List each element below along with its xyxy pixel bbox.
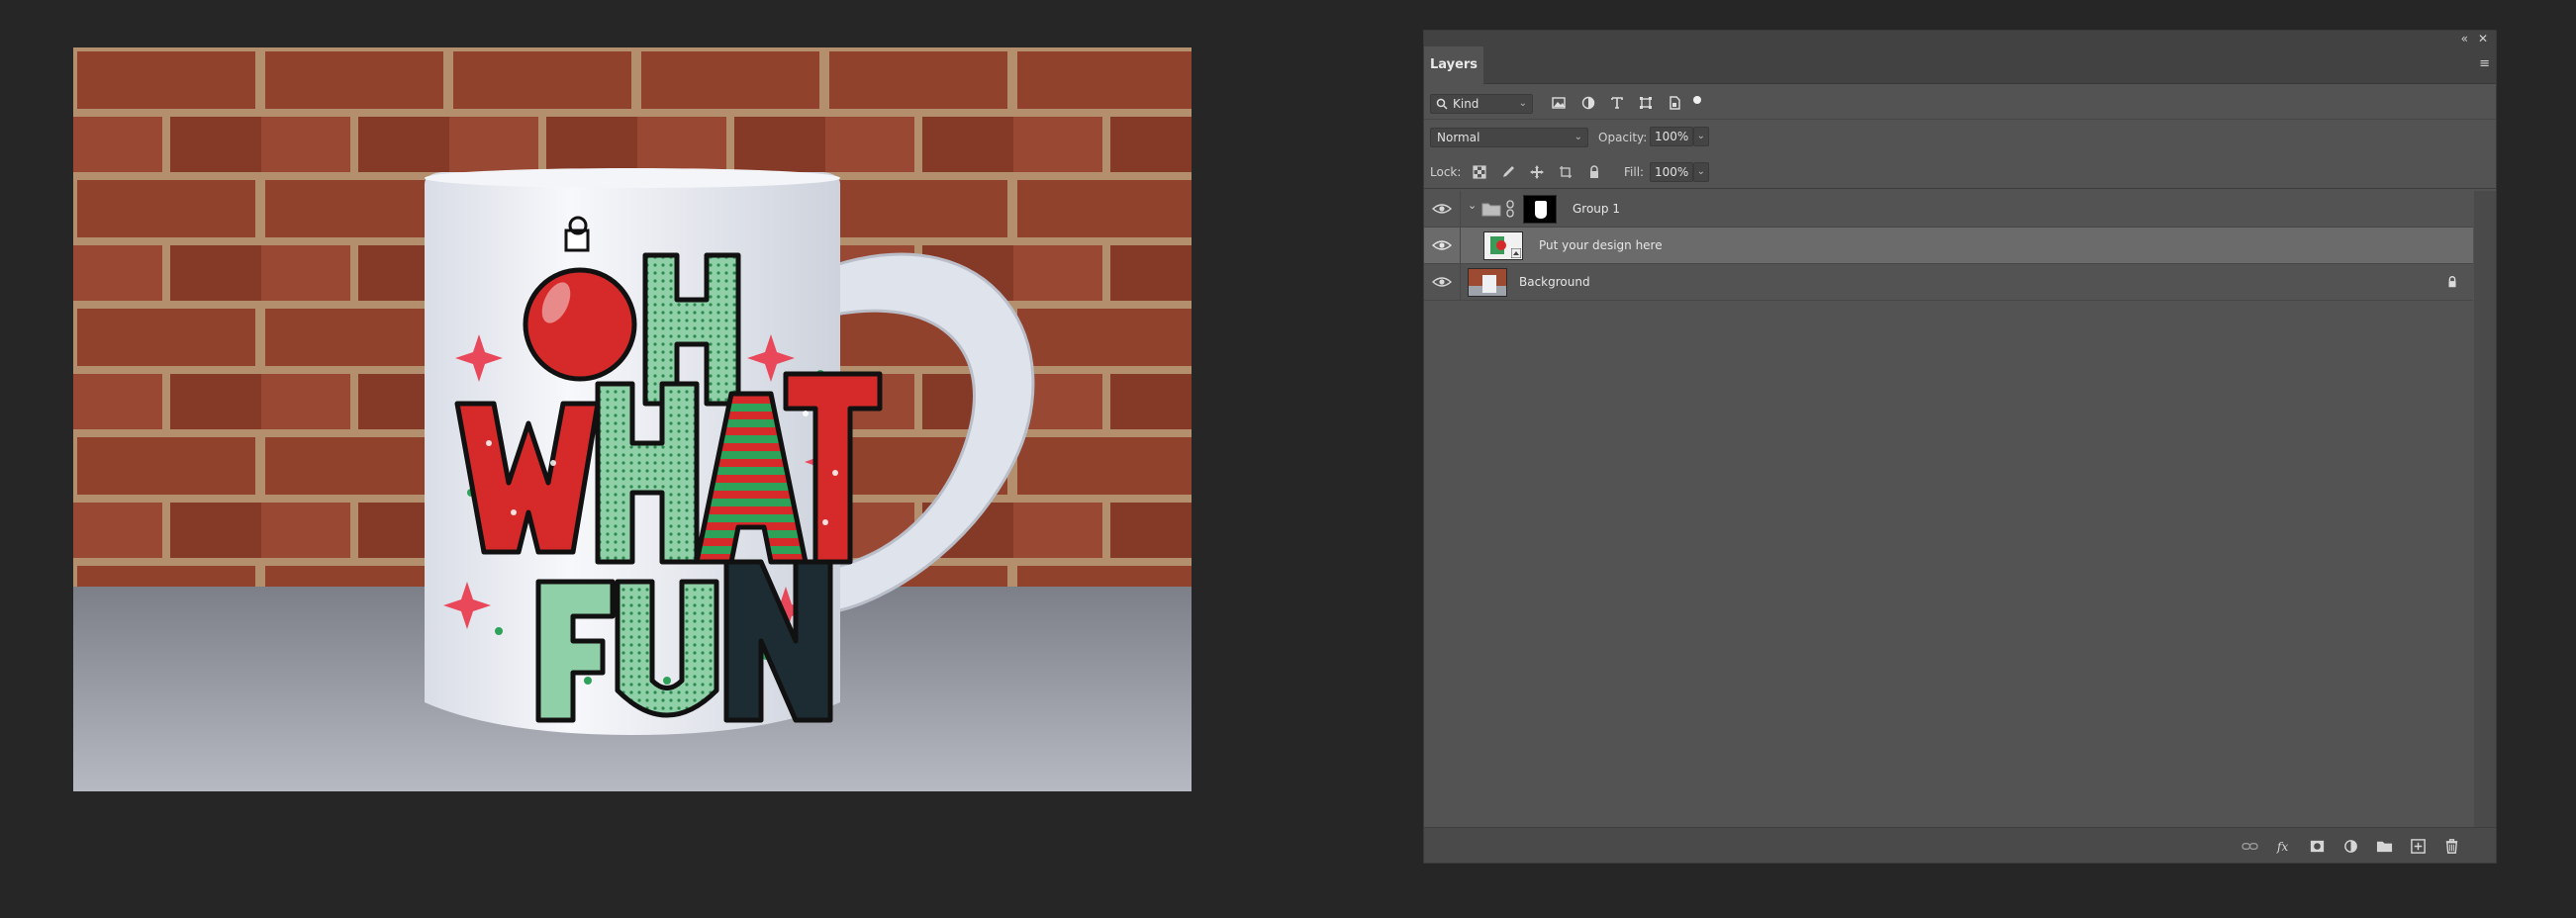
layers-panel: « ✕ Layers ≡ Kind ⌄ Normal ⌄ Opacity: 10…	[1423, 30, 2497, 864]
smart-object-badge-icon	[1511, 248, 1521, 258]
chevron-down-icon: ⌄	[1696, 166, 1705, 177]
chevron-down-icon: ⌄	[1696, 131, 1705, 141]
layer-row-background[interactable]: Background	[1424, 264, 2473, 301]
filter-shape-layers-icon[interactable]	[1636, 93, 1656, 113]
fill-input[interactable]: 100%	[1650, 162, 1693, 182]
layer-effects-fx-icon[interactable]: fx	[2273, 836, 2293, 856]
filter-smart-objects-icon[interactable]	[1665, 93, 1684, 113]
fill-label: Fill:	[1624, 165, 1645, 179]
visibility-divider	[1460, 228, 1461, 264]
collapse-panel-icon[interactable]: «	[2461, 31, 2468, 46]
lock-position-icon[interactable]	[1527, 162, 1547, 182]
link-chain-icon[interactable]	[1505, 200, 1515, 218]
layer-row-put-your-design-here[interactable]: Put your design here	[1424, 228, 2473, 264]
lock-artboard-icon[interactable]	[1556, 162, 1575, 182]
filter-kind-label: Kind	[1453, 97, 1479, 111]
tab-layers[interactable]: Layers	[1424, 46, 1483, 84]
layers-panel-footer: fx	[1424, 827, 2496, 863]
svg-text:fx: fx	[2275, 840, 2288, 854]
fill-value: 100%	[1655, 165, 1689, 179]
layers-list: ⌄ Group 1 Put your design here Backgroun…	[1424, 191, 2473, 844]
layer-name: Background	[1519, 275, 1590, 289]
blend-mode-value: Normal	[1437, 131, 1480, 144]
delete-layer-trash-icon[interactable]	[2441, 836, 2461, 856]
panel-tab-bar: Layers ≡	[1424, 46, 2496, 84]
lock-icon	[2448, 276, 2456, 288]
visibility-divider	[1460, 264, 1461, 301]
filter-kind-select[interactable]: Kind ⌄	[1430, 94, 1533, 114]
filter-type-layers-icon[interactable]	[1607, 93, 1627, 113]
layer-filter-row: Kind ⌄	[1424, 86, 2496, 120]
new-group-folder-icon[interactable]	[2374, 836, 2394, 856]
filter-adjustment-layers-icon[interactable]	[1578, 93, 1598, 113]
close-panel-icon[interactable]: ✕	[2478, 31, 2488, 46]
visibility-divider	[1460, 191, 1461, 228]
lock-image-pixels-icon[interactable]	[1498, 162, 1518, 182]
layers-scrollbar[interactable]	[2474, 191, 2496, 844]
chevron-down-icon[interactable]: ⌄	[1468, 199, 1477, 212]
eye-icon[interactable]	[1432, 237, 1452, 253]
lock-row: Lock: Fill: 100% ⌄	[1424, 155, 2496, 189]
opacity-dropdown[interactable]: ⌄	[1693, 127, 1709, 146]
search-icon	[1436, 98, 1448, 110]
layer-name: Put your design here	[1539, 238, 1663, 252]
new-layer-icon[interactable]	[2408, 836, 2428, 856]
layer-name: Group 1	[1573, 202, 1620, 216]
lock-transparent-pixels-icon[interactable]	[1470, 162, 1489, 182]
filter-toggle-icon[interactable]	[1687, 90, 1707, 110]
blend-mode-row: Normal ⌄ Opacity: 100% ⌄	[1424, 122, 2496, 153]
panel-menu-icon[interactable]: ≡	[2479, 56, 2490, 71]
layer-thumbnail	[1483, 231, 1523, 260]
blend-mode-select[interactable]: Normal ⌄	[1430, 128, 1588, 147]
chevron-down-icon: ⌄	[1518, 98, 1527, 109]
eye-icon[interactable]	[1432, 201, 1452, 217]
layer-mask-thumbnail[interactable]	[1523, 195, 1557, 224]
opacity-value: 100%	[1655, 130, 1689, 143]
link-layers-icon[interactable]	[2240, 836, 2259, 856]
layer-thumbnail	[1468, 268, 1507, 297]
add-layer-mask-icon[interactable]	[2307, 836, 2327, 856]
eye-icon[interactable]	[1432, 274, 1452, 290]
lock-all-icon[interactable]	[1584, 162, 1604, 182]
lock-label: Lock:	[1430, 165, 1462, 179]
chevron-down-icon: ⌄	[1574, 132, 1582, 142]
document-canvas[interactable]	[73, 47, 1192, 791]
panel-title-strip: « ✕	[1424, 31, 2496, 46]
filter-pixel-layers-icon[interactable]	[1549, 93, 1569, 113]
new-adjustment-layer-icon[interactable]	[2340, 836, 2360, 856]
opacity-label: Opacity:	[1598, 131, 1648, 144]
opacity-input[interactable]: 100%	[1650, 127, 1693, 146]
folder-icon	[1481, 203, 1501, 217]
layer-row-group-1[interactable]: ⌄ Group 1	[1424, 191, 2473, 228]
fill-dropdown[interactable]: ⌄	[1693, 162, 1709, 182]
mug-mockup-image	[73, 47, 1192, 791]
